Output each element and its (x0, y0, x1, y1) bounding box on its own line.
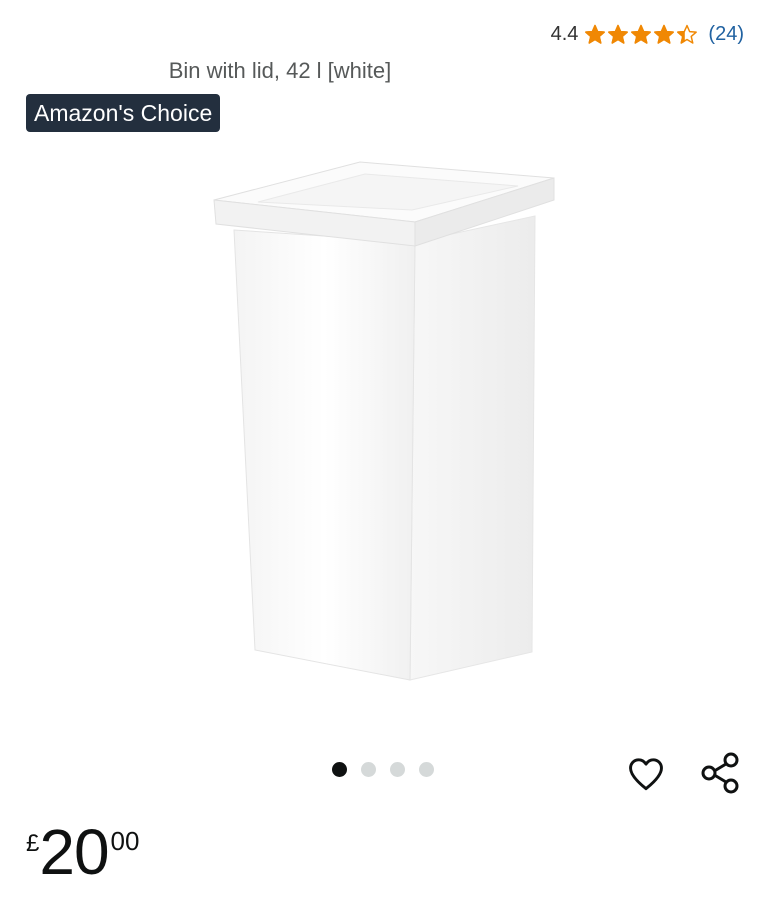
wishlist-button[interactable] (624, 752, 668, 796)
star-icon (654, 24, 675, 44)
rating-summary[interactable]: 4.4 (24) (551, 18, 744, 50)
star-rating (584, 23, 698, 45)
star-icon (631, 24, 652, 44)
share-icon (701, 752, 739, 794)
carousel-dot[interactable] (390, 762, 405, 777)
star-icon (585, 24, 606, 44)
carousel-dot[interactable] (361, 762, 376, 777)
star-icon (608, 24, 629, 44)
carousel-dot[interactable] (419, 762, 434, 777)
price-fraction: 00 (110, 826, 140, 856)
price: £ 20 00 (26, 816, 139, 888)
image-carousel-dots[interactable] (332, 762, 434, 777)
bin-illustration (213, 161, 555, 681)
review-count-link[interactable]: (24) (708, 23, 744, 46)
price-whole: 20 (39, 816, 109, 888)
price-currency-symbol: £ (26, 830, 40, 857)
star-icon (677, 24, 698, 44)
heart-icon (629, 758, 663, 791)
product-title: Bin with lid, 42 l [white] (168, 58, 392, 83)
carousel-dot[interactable] (332, 762, 347, 777)
rating-value: 4.4 (550, 22, 579, 45)
share-button[interactable] (697, 749, 745, 797)
amazons-choice-badge: Amazon's Choice (26, 94, 221, 132)
product-image[interactable] (200, 150, 570, 690)
